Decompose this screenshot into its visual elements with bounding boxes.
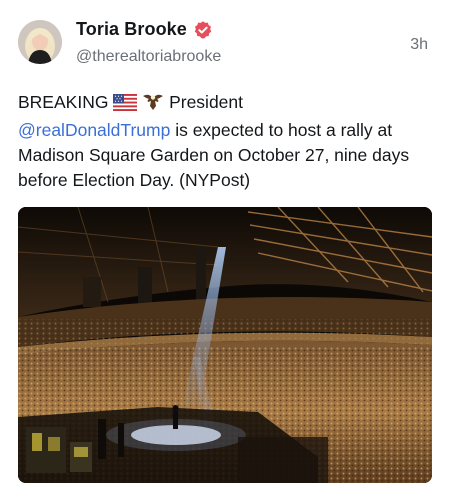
eagle-icon <box>142 91 164 118</box>
post-card[interactable]: Toria Brooke @therealtoriabrooke 3h BREA… <box>0 0 450 500</box>
author-name-row: Toria Brooke <box>76 19 213 40</box>
author-display-name[interactable]: Toria Brooke <box>76 19 187 40</box>
post-text-after-emoji: President <box>169 92 244 112</box>
verified-check-icon <box>193 20 213 40</box>
arena-rally-photo <box>18 207 432 483</box>
author-handle[interactable]: @therealtoriabrooke <box>76 48 221 66</box>
post-timestamp[interactable]: 3h <box>410 36 428 54</box>
post-text-lead: BREAKING <box>18 92 109 112</box>
us-flag-icon <box>113 93 138 118</box>
post-media[interactable] <box>18 207 432 483</box>
post-text: BREAKING President @realDonaldTrump is e… <box>18 90 438 193</box>
mention-link[interactable]: @realDonaldTrump <box>18 120 170 140</box>
avatar[interactable] <box>18 20 62 64</box>
